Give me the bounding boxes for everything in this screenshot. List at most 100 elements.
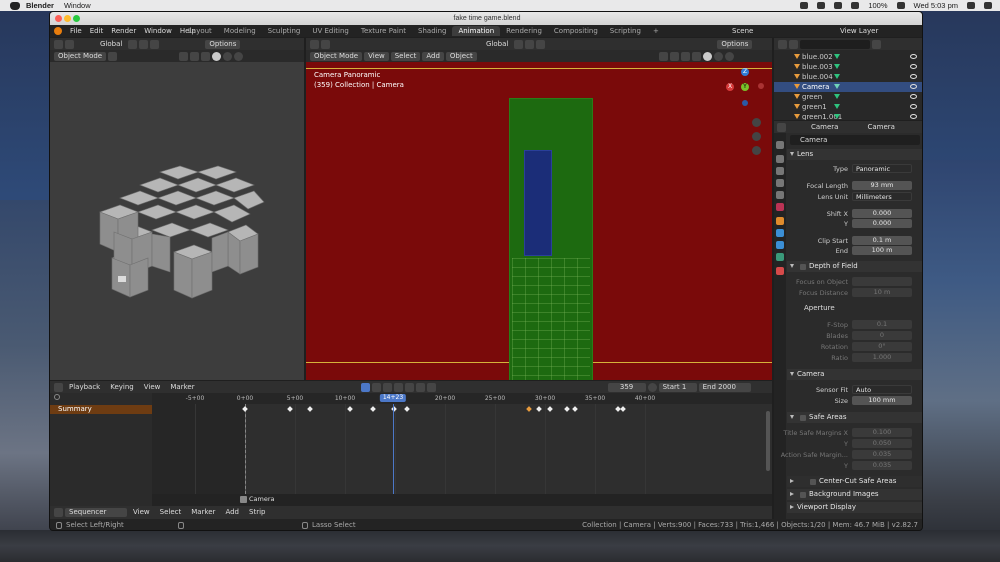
data-name-label[interactable]: Camera — [863, 123, 898, 132]
proportional-icon[interactable] — [150, 39, 160, 49]
add-workspace-button[interactable]: + — [647, 26, 665, 36]
channel-summary[interactable]: Summary — [50, 405, 152, 414]
clock[interactable]: Wed 5:03 pm — [914, 1, 958, 10]
outliner-row-blue-002[interactable]: blue.002 — [774, 52, 922, 62]
menu-render[interactable]: Render — [107, 27, 140, 35]
start-frame-field[interactable]: Start 1 — [658, 382, 697, 392]
tab-animation[interactable]: Animation — [452, 26, 501, 36]
camera-datablock-field[interactable]: Camera — [790, 135, 920, 145]
outliner-row-green1-001[interactable]: green1.001 — [774, 112, 922, 120]
overlay-icon[interactable] — [680, 51, 690, 61]
pivot-icon[interactable] — [514, 39, 524, 49]
lens-panel-header[interactable]: Lens — [787, 149, 922, 160]
shading-material-icon[interactable] — [713, 51, 723, 61]
visibility-icon[interactable] — [179, 51, 189, 61]
transform-orientation[interactable]: Global — [96, 40, 126, 49]
scene-selector[interactable]: Scene — [732, 26, 753, 36]
wifi-icon[interactable] — [834, 2, 843, 9]
gizmo-neg-z[interactable] — [742, 100, 748, 106]
safe-areas-panel-header[interactable]: Safe Areas — [787, 412, 922, 423]
fstop-field[interactable]: 0.1 — [852, 320, 912, 329]
background-images-panel-header[interactable]: Background Images — [787, 489, 922, 500]
texture-tab-icon[interactable] — [776, 267, 784, 275]
transform-icon[interactable] — [65, 39, 74, 49]
modifier-tab-icon[interactable] — [776, 229, 784, 237]
outliner-row-green[interactable]: green — [774, 92, 922, 102]
editor-type-icon[interactable] — [54, 507, 63, 517]
gizmo-x-axis[interactable]: X — [726, 83, 734, 91]
rotation-field[interactable]: 0° — [852, 342, 912, 351]
dof-checkbox[interactable] — [800, 264, 806, 270]
center-cut-checkbox[interactable] — [810, 479, 816, 485]
shading-rendered-icon[interactable] — [724, 51, 734, 61]
menu-object[interactable]: Object — [445, 51, 477, 61]
render-tab-icon[interactable] — [776, 155, 784, 163]
3d-viewport-left[interactable] — [50, 62, 304, 380]
xray-icon[interactable] — [691, 51, 701, 61]
shading-rendered-icon[interactable] — [234, 51, 244, 61]
outliner-row-camera[interactable]: Camera — [774, 82, 922, 92]
app-menu[interactable]: Blender — [26, 1, 54, 10]
object-name-label[interactable]: Camera — [807, 123, 842, 132]
zoom-icon[interactable] — [752, 118, 761, 127]
maximize-button[interactable] — [73, 15, 80, 22]
editor-type-icon[interactable] — [310, 39, 319, 49]
sensor-fit-dropdown[interactable]: Auto — [852, 385, 912, 394]
outliner-row-blue-003[interactable]: blue.003 — [774, 62, 922, 72]
keyframe[interactable] — [347, 406, 353, 412]
blender-logo-icon[interactable] — [54, 27, 62, 35]
safe-areas-checkbox[interactable] — [800, 415, 806, 421]
menu-edit[interactable]: Edit — [86, 27, 108, 35]
lens-type-dropdown[interactable]: Panoramic — [852, 164, 912, 173]
eye-icon[interactable] — [910, 74, 917, 79]
filter-icon[interactable] — [872, 39, 881, 49]
snap-icon[interactable] — [139, 39, 149, 49]
eye-icon[interactable] — [910, 94, 917, 99]
menu-keying[interactable]: Keying — [106, 383, 138, 392]
mode-selector[interactable]: Object Mode — [310, 51, 363, 61]
menu-view[interactable]: View — [140, 383, 165, 392]
pivot-icon[interactable] — [128, 39, 138, 49]
menu-view[interactable]: View — [364, 51, 389, 61]
eye-icon[interactable] — [910, 54, 917, 59]
editor-type-icon[interactable] — [778, 39, 787, 49]
tab-layout[interactable]: Layout — [182, 26, 218, 36]
options-button[interactable]: Options — [205, 39, 241, 49]
keyframe[interactable] — [536, 406, 542, 412]
focus-object-field[interactable] — [852, 277, 912, 286]
current-frame-field[interactable]: 359 — [607, 382, 646, 392]
sequencer-mode-selector[interactable]: Sequencer — [65, 507, 127, 517]
focal-length-field[interactable]: 93 mm — [852, 181, 912, 190]
minimize-button[interactable] — [64, 15, 71, 22]
next-key-icon[interactable] — [415, 382, 425, 392]
camera-panel-header[interactable]: Camera — [787, 369, 922, 380]
tab-scripting[interactable]: Scripting — [604, 26, 647, 36]
menu-strip[interactable]: Strip — [245, 508, 269, 517]
keyframe[interactable] — [370, 406, 376, 412]
battery-icon[interactable] — [896, 2, 905, 9]
shading-solid-icon[interactable] — [212, 51, 222, 61]
tab-uv-editing[interactable]: UV Editing — [306, 26, 355, 36]
snap-icon[interactable] — [525, 39, 535, 49]
hamburger-icon[interactable] — [108, 51, 118, 61]
title-safe-x-field[interactable]: 0.100 — [852, 428, 912, 437]
action-safe-y-field[interactable]: 0.035 — [852, 461, 912, 470]
keyframe[interactable] — [620, 406, 626, 412]
keyframe[interactable] — [404, 406, 410, 412]
camera-marker-icon[interactable] — [240, 496, 247, 503]
keyframe[interactable] — [287, 406, 293, 412]
jump-start-icon[interactable] — [371, 382, 381, 392]
timeline-ruler[interactable]: -5+00 0+00 5+00 10+00 20+00 25+00 30+00 … — [152, 393, 772, 404]
apple-icon[interactable] — [10, 1, 20, 10]
focus-distance-field[interactable]: 10 m — [852, 288, 912, 297]
xray-icon[interactable] — [201, 51, 211, 61]
play-reverse-icon[interactable] — [393, 382, 403, 392]
playhead-line[interactable] — [393, 404, 394, 494]
sensor-size-field[interactable]: 100 mm — [852, 396, 912, 405]
keyframe-selected[interactable] — [526, 406, 532, 412]
play-icon[interactable] — [404, 382, 414, 392]
blades-field[interactable]: 0 — [852, 331, 912, 340]
ratio-field[interactable]: 1.000 — [852, 353, 912, 362]
action-safe-x-field[interactable]: 0.035 — [852, 450, 912, 459]
keyframe[interactable] — [572, 406, 578, 412]
